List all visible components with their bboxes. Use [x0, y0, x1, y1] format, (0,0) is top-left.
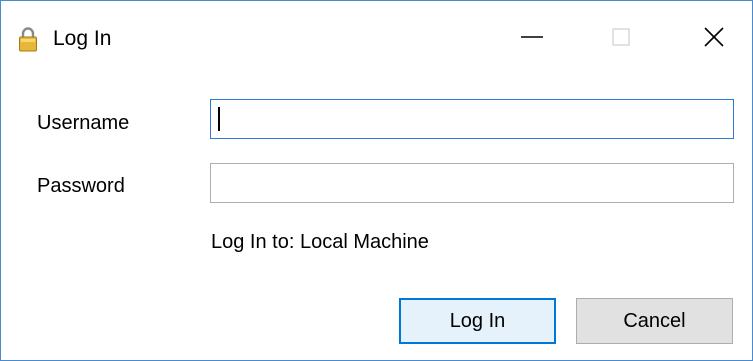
close-button[interactable]	[691, 17, 737, 61]
maximize-button	[598, 17, 644, 61]
login-target-text: Log In to: Local Machine	[211, 231, 429, 253]
username-field[interactable]	[210, 99, 734, 139]
lock-icon	[18, 26, 38, 52]
username-label: Username	[37, 112, 130, 134]
cancel-button[interactable]: Cancel	[576, 298, 733, 344]
close-icon	[704, 26, 724, 52]
title-bar[interactable]: Log In	[1, 1, 752, 61]
login-dialog: Log In Username Password Log In to: Loca…	[0, 0, 753, 361]
password-field[interactable]	[210, 163, 734, 203]
maximize-icon	[612, 27, 630, 51]
password-label: Password	[37, 175, 125, 197]
text-caret	[218, 107, 220, 131]
login-button[interactable]: Log In	[399, 298, 556, 344]
minimize-button[interactable]	[509, 17, 555, 61]
window-title: Log In	[53, 27, 112, 50]
minimize-icon	[521, 26, 543, 53]
